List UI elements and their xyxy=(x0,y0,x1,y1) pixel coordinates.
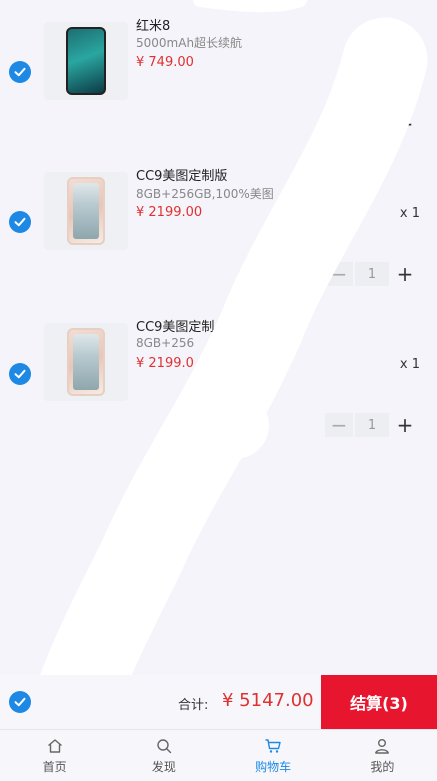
phone-image xyxy=(67,328,105,396)
tab-label: 发现 xyxy=(151,759,176,774)
item-checkbox[interactable] xyxy=(9,211,31,233)
item-checkbox[interactable] xyxy=(9,61,31,83)
check-icon xyxy=(14,217,26,227)
product-price: ¥ 2199.0 xyxy=(136,356,194,371)
home-icon xyxy=(47,738,62,753)
product-spec: 8GB+256GB,100%美图 xyxy=(136,187,274,201)
decrement-button[interactable]: − xyxy=(325,413,353,437)
tab-label: 我的 xyxy=(370,759,395,774)
quantity-label: x 1 xyxy=(399,206,420,221)
tab-home[interactable]: 首页 xyxy=(0,730,109,781)
quantity-input[interactable]: 1 xyxy=(355,413,389,437)
select-all-checkbox[interactable] xyxy=(9,691,31,713)
tab-cart[interactable]: 购物车 xyxy=(219,730,328,781)
product-name[interactable]: CC9美图定制版 xyxy=(136,165,227,184)
tab-discover[interactable]: 发现 xyxy=(109,730,218,781)
product-price: ¥ 749.00 xyxy=(136,55,194,70)
cart-item: CC9美图定制 8GB+256 ¥ 2199.0 x 1 − 1 + xyxy=(0,303,437,453)
decrement-button[interactable]: − xyxy=(325,262,353,286)
quantity-label: x 1 xyxy=(399,56,420,71)
increment-button[interactable]: + xyxy=(391,413,419,437)
user-icon xyxy=(375,738,390,754)
product-image[interactable] xyxy=(44,22,128,100)
decrement-button[interactable]: − xyxy=(325,112,353,136)
item-checkbox[interactable] xyxy=(9,363,31,385)
tab-profile[interactable]: 我的 xyxy=(328,730,437,781)
tab-label: 首页 xyxy=(42,759,67,774)
product-name[interactable]: 红米8 xyxy=(136,15,170,34)
phone-image xyxy=(66,27,106,95)
quantity-label: x 1 xyxy=(399,357,420,372)
quantity-stepper: − 1 + xyxy=(325,262,419,286)
product-image[interactable] xyxy=(44,172,128,250)
checkout-button[interactable]: 结算(3) xyxy=(321,675,437,729)
increment-button[interactable]: + xyxy=(391,262,419,286)
cart-icon xyxy=(265,738,281,753)
product-price: ¥ 2199.00 xyxy=(136,205,203,220)
total-value: ¥ 5147.00 xyxy=(222,690,314,711)
product-name[interactable]: CC9美图定制 xyxy=(136,316,214,335)
product-image[interactable] xyxy=(44,323,128,401)
quantity-input[interactable]: 1 xyxy=(355,262,389,286)
quantity-stepper: − 1 + xyxy=(325,112,419,136)
checkout-bar: 合计: ¥ 5147.00 结算(3) xyxy=(0,675,437,729)
search-icon xyxy=(157,738,172,753)
check-icon xyxy=(14,697,26,707)
cart-item: 红米8 5000mAh超长续航 ¥ 749.00 x 1 − 1 + xyxy=(0,0,437,150)
cart-item: CC9美图定制版 8GB+256GB,100%美图 ¥ 2199.00 x 1 … xyxy=(0,152,437,302)
quantity-stepper: − 1 + xyxy=(325,413,419,437)
product-spec: 8GB+256 xyxy=(136,336,195,350)
check-icon xyxy=(14,369,26,379)
tab-label: 购物车 xyxy=(255,759,292,774)
phone-image xyxy=(67,177,105,245)
total-label: 合计: xyxy=(178,698,209,713)
product-spec: 5000mAh超长续航 xyxy=(136,36,243,50)
check-icon xyxy=(14,67,26,77)
bottom-tabbar: 首页 发现 购物车 我的 xyxy=(0,729,437,781)
quantity-input[interactable]: 1 xyxy=(355,112,389,136)
increment-button[interactable]: + xyxy=(391,112,419,136)
